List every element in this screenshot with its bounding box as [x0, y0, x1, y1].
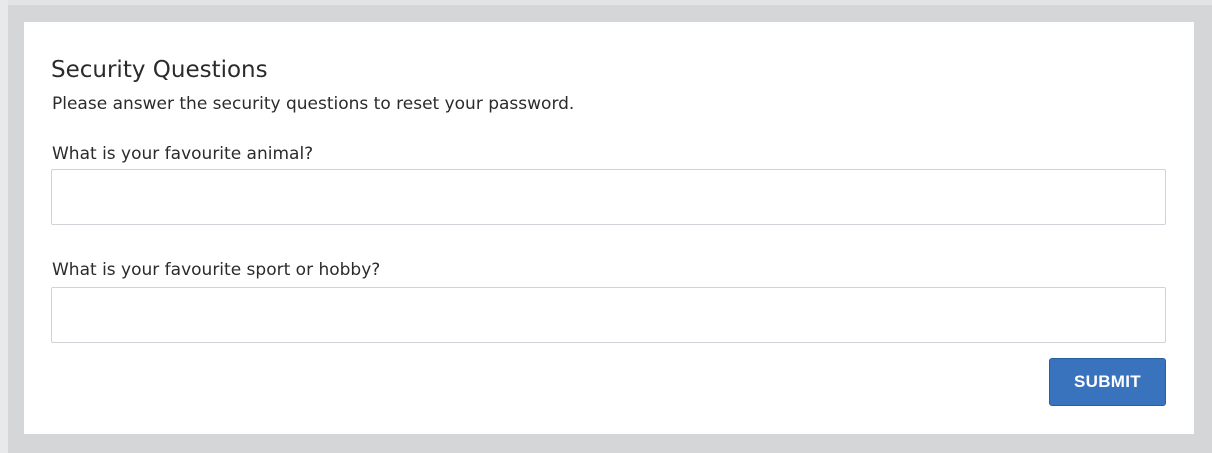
frame-top-edge	[0, 0, 1212, 5]
submit-button[interactable]: SUBMIT	[1049, 358, 1166, 406]
frame-left-edge	[0, 0, 8, 453]
question-1-answer-input[interactable]	[51, 169, 1166, 225]
question-2-answer-input[interactable]	[51, 287, 1166, 343]
question-2-label: What is your favourite sport or hobby?	[52, 260, 381, 280]
form-title: Security Questions	[51, 57, 268, 83]
question-1-label: What is your favourite animal?	[52, 144, 314, 164]
security-questions-card: Security Questions Please answer the sec…	[24, 22, 1194, 434]
form-instructions: Please answer the security questions to …	[52, 94, 575, 114]
